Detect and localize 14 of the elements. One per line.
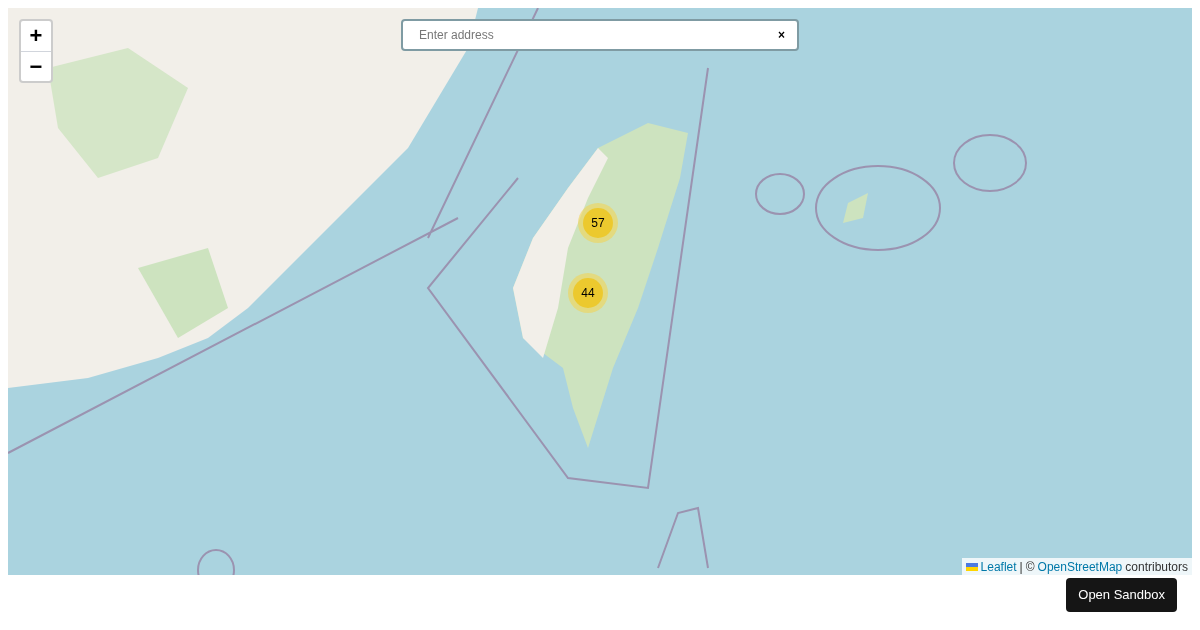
- open-sandbox-button[interactable]: Open Sandbox: [1066, 578, 1177, 612]
- map[interactable]: + − Enter address × Leaflet | © OpenStreetMap contributors 57 44: [8, 8, 1192, 575]
- attribution-text: contributors: [1125, 558, 1188, 575]
- address-search-field[interactable]: Enter address ×: [401, 19, 799, 51]
- clear-button[interactable]: ×: [774, 29, 789, 41]
- zoom-in-button[interactable]: +: [21, 21, 51, 51]
- cluster-marker[interactable]: 57: [578, 203, 618, 243]
- attribution-text: |: [1019, 558, 1023, 575]
- flag-icon: [965, 562, 978, 571]
- attribution-text: ©: [1025, 558, 1035, 575]
- attribution-link[interactable]: Leaflet: [980, 557, 1017, 575]
- cluster-marker[interactable]: 44: [568, 273, 608, 313]
- attribution-link[interactable]: OpenStreetMap: [1037, 557, 1123, 575]
- zoom-out-button[interactable]: −: [21, 51, 51, 81]
